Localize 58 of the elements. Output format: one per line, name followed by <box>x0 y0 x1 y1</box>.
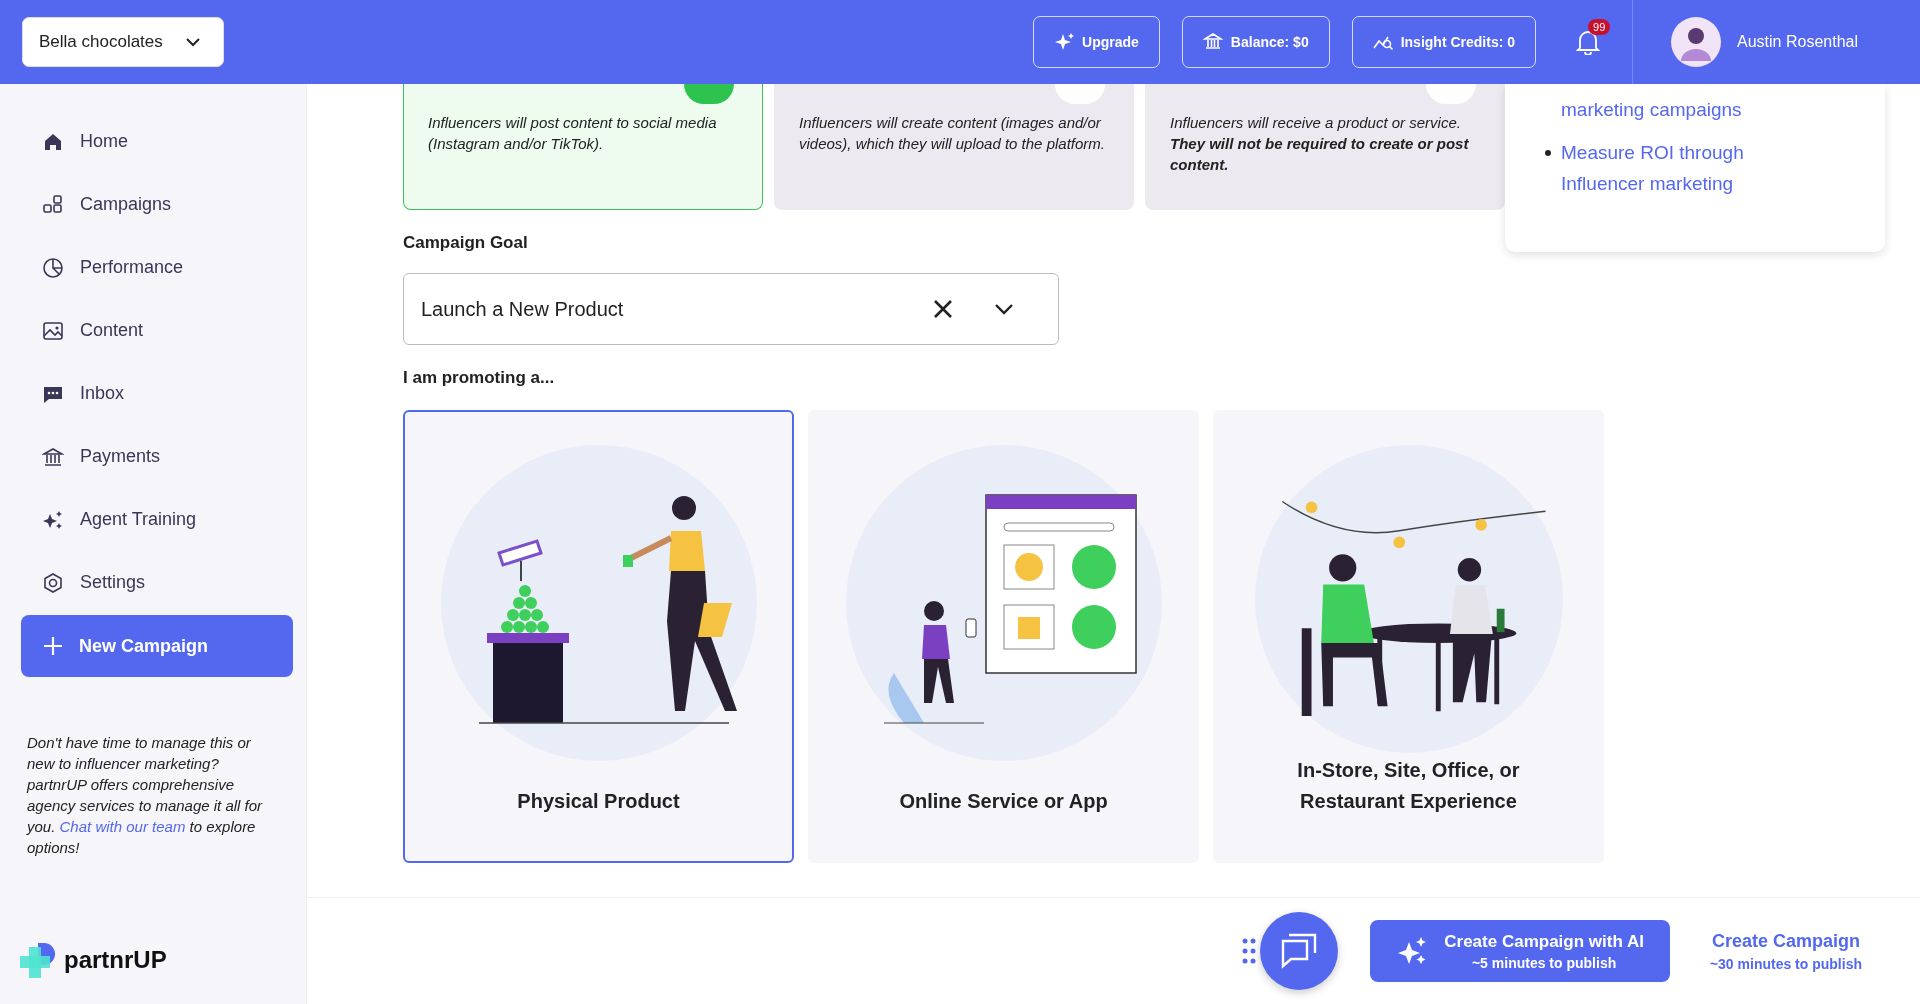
sidebar-item[interactable]: Campaigns <box>0 173 306 236</box>
campaign-goal-select[interactable]: Launch a New Product <box>403 273 1059 345</box>
sidebar-item[interactable]: Content <box>0 299 306 362</box>
chat-link[interactable]: Chat with our team <box>59 818 186 835</box>
chevron-down-icon <box>184 37 201 47</box>
bank-icon <box>1202 32 1223 52</box>
new-campaign-button[interactable]: New Campaign <box>21 615 293 677</box>
button-subtitle: ~5 minutes to publish <box>1471 954 1617 971</box>
plus-icon <box>43 636 63 656</box>
radio-indicator <box>1055 84 1105 104</box>
campaign-type-card[interactable]: Influencers will receive a product or service. They will not be required to create or post content. <box>1145 84 1505 210</box>
campaign-type-card[interactable]: Influencers will post content to social media (Instagram and/or TikTok). <box>403 84 763 210</box>
avatar-icon <box>1671 17 1722 67</box>
create-campaign-link[interactable]: Create Campaign ~30 minutes to publish <box>1709 930 1862 972</box>
campaign-type-card[interactable]: Influencers will create content (images and/or videos), which they will upload to the platform. <box>774 84 1134 210</box>
sparkle-icon <box>1398 936 1429 966</box>
brand-dropdown[interactable]: Bella chocolates <box>22 17 224 67</box>
settings-icon <box>42 571 64 594</box>
help-link[interactable]: marketing campaigns <box>1561 94 1821 125</box>
header-button[interactable]: Balance: $0 <box>1181 16 1330 68</box>
bank-icon <box>42 445 64 468</box>
grid-icon <box>42 193 64 216</box>
pie-chart-icon <box>42 256 64 279</box>
promotion-option-card[interactable]: Online Service or App <box>808 410 1199 863</box>
drag-handle-icon <box>1242 938 1257 964</box>
promo-text: Don't have time to manage this or new to influencer marketing? partnrUP offers comprehensive agency services to manage it all for you. Chat with our team to explore options! <box>27 733 264 858</box>
radio-indicator <box>684 84 734 104</box>
sidebar-item[interactable]: Agent Training <box>0 488 306 551</box>
sparkle-icon <box>1054 32 1075 52</box>
header-button[interactable]: Upgrade <box>1033 16 1160 68</box>
help-link[interactable]: Measure ROI through Influencer marketing <box>1561 137 1821 199</box>
close-icon[interactable] <box>932 298 954 320</box>
image-icon <box>42 319 64 342</box>
sidebar-item[interactable]: Inbox <box>0 362 306 425</box>
user-name[interactable]: Austin Rosenthal <box>1737 33 1858 51</box>
sidebar-item[interactable]: Home <box>0 110 306 173</box>
chevron-down-icon <box>994 303 1014 315</box>
option-label: Physical Product <box>516 789 681 814</box>
sidebar-item[interactable]: Payments <box>0 425 306 488</box>
field-label: I am promoting a... <box>403 368 556 388</box>
sidebar-item[interactable]: Performance <box>0 236 306 299</box>
card-description: Influencers will receive a product or service. They will not be required to create or post content. <box>1170 113 1470 175</box>
logo-text: partnrUP <box>64 946 167 974</box>
field-label: Campaign Goal <box>403 233 529 253</box>
notification-badge: 99 <box>1588 19 1611 35</box>
sidebar-item[interactable]: Settings <box>0 551 306 614</box>
card-description: Influencers will create content (images and/or videos), which they will upload to the platform. <box>799 113 1106 154</box>
header-button[interactable]: Insight Credits: 0 <box>1351 16 1537 68</box>
promotion-option-card[interactable]: Physical Product <box>403 410 794 863</box>
chat-button[interactable] <box>1260 912 1339 990</box>
card-description: Influencers will post content to social media (Instagram and/or TikTok). <box>428 113 718 154</box>
promotion-option-card[interactable]: In-Store, Site, Office, or Restaurant Experience <box>1213 410 1604 863</box>
create-with-ai-button[interactable]: Create Campaign with AI ~5 minutes to publish <box>1370 920 1670 982</box>
bell-icon <box>1576 29 1601 55</box>
option-label: Online Service or App <box>898 789 1109 814</box>
button-label: Create Campaign with AI <box>1444 931 1644 952</box>
option-label: In-Store, Site, Office, or Restaurant Experience <box>1296 758 1521 814</box>
radio-indicator <box>1426 84 1476 104</box>
